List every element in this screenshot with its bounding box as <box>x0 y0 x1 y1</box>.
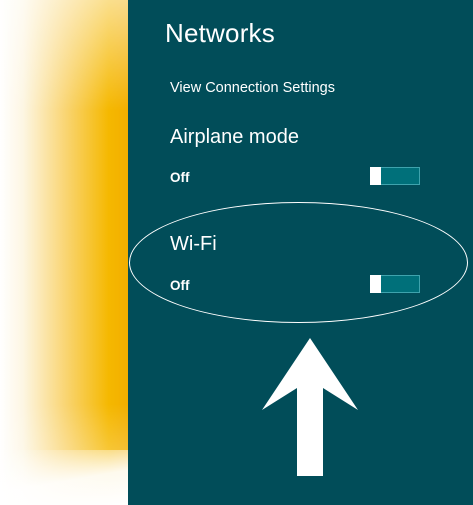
airplane-mode-state: Off <box>170 170 190 185</box>
desktop-sheen <box>0 0 128 505</box>
toggle-thumb[interactable] <box>370 167 381 185</box>
desktop-edge <box>0 450 128 505</box>
view-connection-settings-link[interactable]: View Connection Settings <box>170 80 335 96</box>
up-arrow-icon <box>262 338 358 476</box>
wifi-toggle[interactable] <box>370 275 420 293</box>
wifi-state: Off <box>170 278 190 293</box>
airplane-mode-toggle[interactable] <box>370 167 420 185</box>
screen: Networks View Connection Settings Airpla… <box>0 0 473 505</box>
wifi-label: Wi-Fi <box>170 233 217 255</box>
toggle-thumb[interactable] <box>370 275 381 293</box>
airplane-mode-label: Airplane mode <box>170 126 299 148</box>
page-title: Networks <box>165 18 275 48</box>
